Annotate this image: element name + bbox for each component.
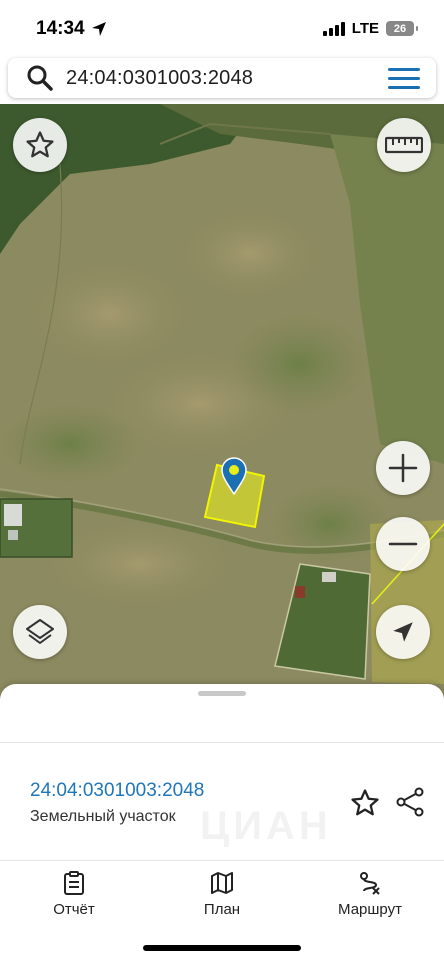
location-arrow-icon: [393, 622, 413, 642]
parcel-type-label: Земельный участок: [30, 808, 176, 825]
map-icon: [211, 872, 233, 894]
search-input[interactable]: 24:04:0301003:2048: [60, 67, 384, 90]
search-bar[interactable]: 24:04:0301003:2048: [8, 58, 436, 98]
measure-button[interactable]: [377, 118, 431, 172]
battery-icon: 26: [386, 21, 418, 36]
layers-icon: [26, 619, 54, 644]
star-icon: [26, 131, 54, 158]
share-icon: [396, 787, 424, 817]
tab-route-label: Маршрут: [338, 901, 402, 918]
share-button[interactable]: [394, 786, 426, 818]
menu-icon[interactable]: [384, 58, 424, 98]
sheet-grabber[interactable]: [198, 691, 246, 696]
tab-report-label: Отчёт: [53, 901, 95, 918]
satellite-imagery: [0, 104, 444, 704]
tab-plan[interactable]: План: [162, 871, 282, 918]
layers-button[interactable]: [13, 605, 67, 659]
bottom-tab-bar: Отчёт План Маршрут: [0, 860, 444, 960]
map-view[interactable]: [0, 104, 444, 704]
status-time: 14:34: [36, 18, 107, 40]
plus-icon: [388, 453, 418, 483]
tab-plan-label: План: [203, 901, 241, 918]
minus-icon: [388, 542, 418, 546]
route-icon: [360, 872, 380, 895]
network-type: LTE: [351, 20, 379, 37]
parcel-info-sheet[interactable]: ЦИАН 24:04:0301003:2048 Земельный участо…: [0, 684, 444, 860]
battery-level: 26: [393, 22, 407, 35]
zoom-in-button[interactable]: [376, 441, 430, 495]
ruler-icon: [385, 136, 423, 154]
star-icon: [351, 789, 379, 816]
divider: [0, 742, 444, 743]
home-indicator: [143, 945, 301, 951]
status-bar: 14:34 LTE 26: [0, 0, 444, 56]
location-arrow-icon: [91, 22, 106, 36]
favorite-button[interactable]: [350, 788, 380, 818]
favorite-button[interactable]: [13, 118, 67, 172]
status-indicators: LTE 26: [322, 20, 418, 37]
clock-text: 14:34: [36, 18, 85, 39]
zoom-out-button[interactable]: [376, 517, 430, 571]
tab-route[interactable]: Маршрут: [310, 871, 430, 918]
signal-icon: [322, 21, 345, 36]
report-icon: [64, 871, 84, 895]
watermark: ЦИАН: [200, 804, 332, 848]
parcel-number-link[interactable]: 24:04:0301003:2048: [30, 780, 204, 802]
search-icon[interactable]: [20, 58, 60, 98]
my-location-button[interactable]: [376, 605, 430, 659]
tab-report[interactable]: Отчёт: [14, 871, 134, 918]
